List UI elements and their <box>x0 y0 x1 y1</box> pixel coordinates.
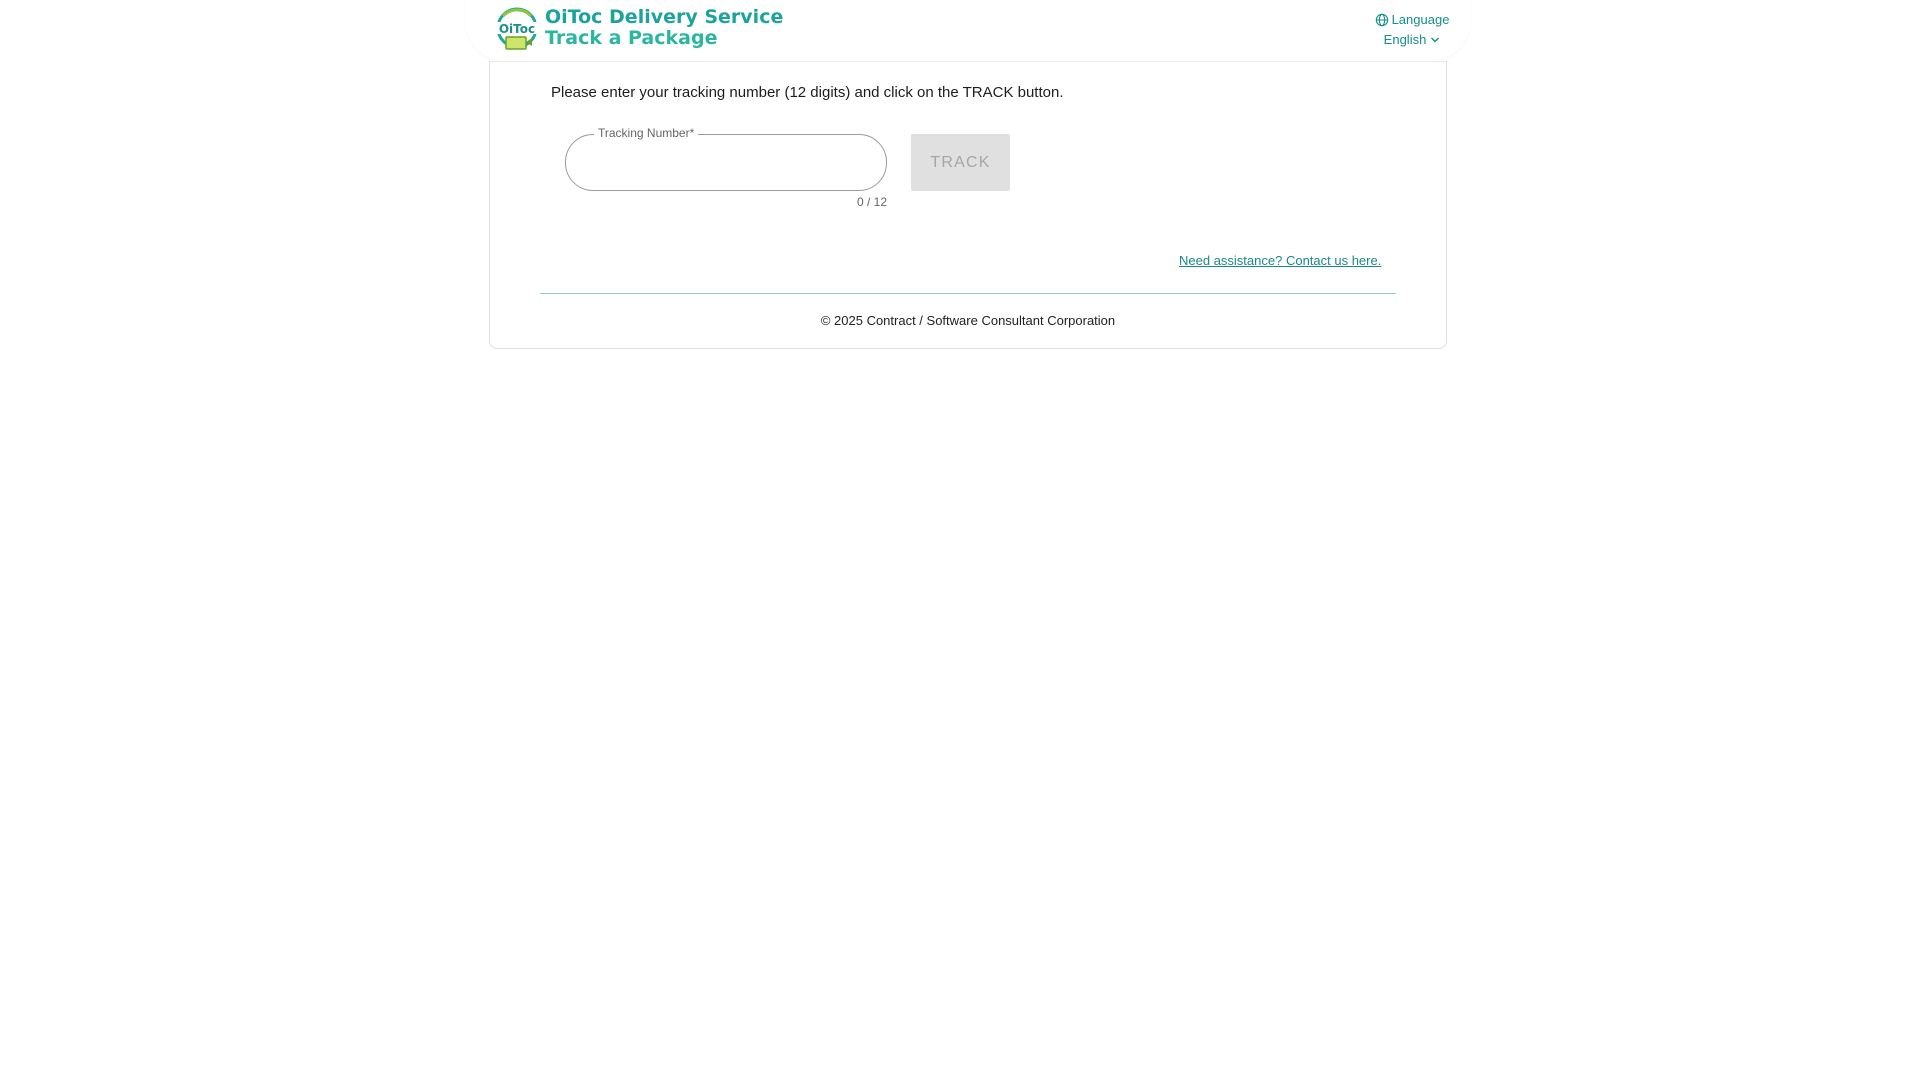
tracking-number-input[interactable] <box>566 135 886 190</box>
language-value: English <box>1383 32 1427 47</box>
brand-name: OiToc Delivery Service <box>545 6 784 28</box>
globe-icon <box>1375 13 1388 26</box>
character-counter: 0 / 12 <box>856 195 887 209</box>
instruction-text: Please enter your tracking number (12 di… <box>551 84 1064 101</box>
contact-link[interactable]: Need assistance? Contact us here. <box>1179 253 1381 268</box>
track-button[interactable]: TRACK <box>911 134 1010 191</box>
svg-text:OiToc: OiToc <box>499 22 535 36</box>
page-subtitle: Track a Package <box>545 27 718 49</box>
language-label: Language <box>1391 12 1450 27</box>
copyright-text: © 2025 Contract / Software Consultant Co… <box>820 313 1116 328</box>
divider <box>540 293 1396 294</box>
tracking-number-label: Tracking Number* <box>594 126 699 140</box>
tracking-number-field[interactable]: Tracking Number* <box>565 126 887 191</box>
language-dropdown[interactable]: English <box>1372 32 1452 47</box>
language-selector[interactable]: Language English <box>1372 12 1452 47</box>
chevron-down-icon <box>1431 36 1440 43</box>
tracking-card: Please enter your tracking number (12 di… <box>489 61 1447 349</box>
brand-title: OiToc Delivery Service Track a Package <box>545 7 783 49</box>
oitoc-logo-icon: OiToc <box>496 7 538 50</box>
